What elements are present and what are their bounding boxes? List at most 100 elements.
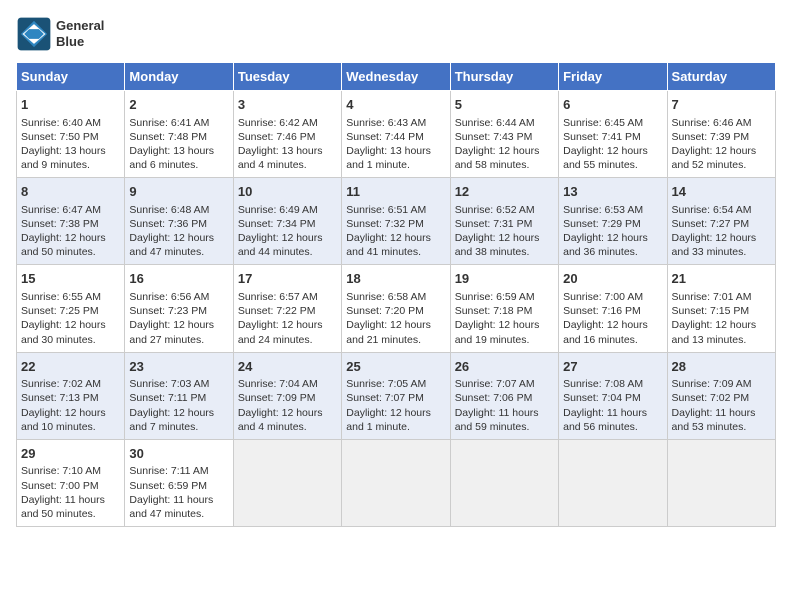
- daylight-text: Daylight: 11 hours and 53 minutes.: [672, 407, 756, 433]
- sunrise-text: Sunrise: 7:03 AM: [129, 378, 209, 390]
- sunset-text: Sunset: 7:09 PM: [238, 392, 316, 404]
- sunset-text: Sunset: 7:41 PM: [563, 131, 641, 143]
- sunrise-text: Sunrise: 6:56 AM: [129, 291, 209, 303]
- calendar-cell: 2Sunrise: 6:41 AMSunset: 7:48 PMDaylight…: [125, 91, 233, 178]
- day-number: 18: [346, 270, 445, 288]
- daylight-text: Daylight: 13 hours and 9 minutes.: [21, 145, 106, 171]
- daylight-text: Daylight: 12 hours and 36 minutes.: [563, 232, 648, 258]
- sunset-text: Sunset: 7:46 PM: [238, 131, 316, 143]
- day-number: 28: [672, 358, 771, 376]
- day-number: 2: [129, 96, 228, 114]
- daylight-text: Daylight: 13 hours and 6 minutes.: [129, 145, 214, 171]
- sunset-text: Sunset: 7:22 PM: [238, 305, 316, 317]
- daylight-text: Daylight: 11 hours and 50 minutes.: [21, 494, 105, 520]
- calendar-cell: 8Sunrise: 6:47 AMSunset: 7:38 PMDaylight…: [17, 178, 125, 265]
- calendar-week-row: 15Sunrise: 6:55 AMSunset: 7:25 PMDayligh…: [17, 265, 776, 352]
- daylight-text: Daylight: 11 hours and 59 minutes.: [455, 407, 539, 433]
- logo-icon: [16, 16, 52, 52]
- daylight-text: Daylight: 12 hours and 24 minutes.: [238, 319, 323, 345]
- page-header: General Blue: [16, 16, 776, 52]
- sunrise-text: Sunrise: 6:40 AM: [21, 117, 101, 129]
- sunset-text: Sunset: 7:38 PM: [21, 218, 99, 230]
- daylight-text: Daylight: 12 hours and 33 minutes.: [672, 232, 757, 258]
- day-number: 5: [455, 96, 554, 114]
- day-number: 21: [672, 270, 771, 288]
- sunrise-text: Sunrise: 6:59 AM: [455, 291, 535, 303]
- sunrise-text: Sunrise: 6:53 AM: [563, 204, 643, 216]
- sunset-text: Sunset: 7:16 PM: [563, 305, 641, 317]
- day-of-week-header: Thursday: [450, 63, 558, 91]
- sunset-text: Sunset: 7:39 PM: [672, 131, 750, 143]
- day-number: 24: [238, 358, 337, 376]
- calendar-cell: 25Sunrise: 7:05 AMSunset: 7:07 PMDayligh…: [342, 352, 450, 439]
- calendar-cell: 29 Sunrise: 7:10 AM Sunset: 7:00 PM Dayligh…: [17, 439, 125, 526]
- calendar-week-row: 8Sunrise: 6:47 AMSunset: 7:38 PMDaylight…: [17, 178, 776, 265]
- sunset-text: Sunset: 7:02 PM: [672, 392, 750, 404]
- sunrise-text: Sunrise: 7:04 AM: [238, 378, 318, 390]
- sunrise-text: Sunrise: 6:49 AM: [238, 204, 318, 216]
- daylight-text: Daylight: 12 hours and 50 minutes.: [21, 232, 106, 258]
- sunset-text: Sunset: 7:23 PM: [129, 305, 207, 317]
- day-number: 16: [129, 270, 228, 288]
- calendar-cell: 18Sunrise: 6:58 AMSunset: 7:20 PMDayligh…: [342, 265, 450, 352]
- calendar-cell: 15Sunrise: 6:55 AMSunset: 7:25 PMDayligh…: [17, 265, 125, 352]
- calendar-cell: 6 Sunrise: 6:45 AM Sunset: 7:41 PM Daylight…: [559, 91, 667, 178]
- day-number: 20: [563, 270, 662, 288]
- day-number: 4: [346, 96, 445, 114]
- calendar-cell: 14Sunrise: 6:54 AMSunset: 7:27 PMDayligh…: [667, 178, 775, 265]
- sunrise-text: Sunrise: 6:47 AM: [21, 204, 101, 216]
- daylight-text: Daylight: 12 hours and 30 minutes.: [21, 319, 106, 345]
- sunrise-text: Sunrise: 6:51 AM: [346, 204, 426, 216]
- day-number: 3: [238, 96, 337, 114]
- sunset-text: Sunset: 7:27 PM: [672, 218, 750, 230]
- sunrise-text: Sunrise: 7:10 AM: [21, 465, 101, 477]
- calendar-cell: 9Sunrise: 6:48 AMSunset: 7:36 PMDaylight…: [125, 178, 233, 265]
- calendar-table: SundayMondayTuesdayWednesdayThursdayFrid…: [16, 62, 776, 527]
- calendar-cell: 5Sunrise: 6:44 AMSunset: 7:43 PMDaylight…: [450, 91, 558, 178]
- daylight-text: Daylight: 13 hours and 1 minute.: [346, 145, 431, 171]
- sunset-text: Sunset: 7:11 PM: [129, 392, 206, 404]
- day-number: 17: [238, 270, 337, 288]
- sunset-text: Sunset: 7:50 PM: [21, 131, 99, 143]
- calendar-header-row: SundayMondayTuesdayWednesdayThursdayFrid…: [17, 63, 776, 91]
- day-of-week-header: Friday: [559, 63, 667, 91]
- calendar-cell: [450, 439, 558, 526]
- calendar-cell: [342, 439, 450, 526]
- logo-text: General Blue: [56, 18, 104, 49]
- daylight-text: Daylight: 11 hours and 47 minutes.: [129, 494, 213, 520]
- sunset-text: Sunset: 7:36 PM: [129, 218, 207, 230]
- calendar-week-row: 29 Sunrise: 7:10 AM Sunset: 7:00 PM Dayligh…: [17, 439, 776, 526]
- day-number: 6: [563, 96, 662, 114]
- day-number: 13: [563, 183, 662, 201]
- daylight-text: Daylight: 12 hours and 1 minute.: [346, 407, 431, 433]
- calendar-cell: 23Sunrise: 7:03 AMSunset: 7:11 PMDayligh…: [125, 352, 233, 439]
- sunset-text: Sunset: 7:18 PM: [455, 305, 533, 317]
- sunset-text: Sunset: 7:06 PM: [455, 392, 533, 404]
- daylight-text: Daylight: 12 hours and 52 minutes.: [672, 145, 757, 171]
- calendar-cell: 7Sunrise: 6:46 AMSunset: 7:39 PMDaylight…: [667, 91, 775, 178]
- day-number: 29: [21, 445, 120, 463]
- sunset-text: Sunset: 7:00 PM: [21, 480, 99, 492]
- day-of-week-header: Monday: [125, 63, 233, 91]
- sunset-text: Sunset: 7:15 PM: [672, 305, 750, 317]
- daylight-text: Daylight: 12 hours and 55 minutes.: [563, 145, 648, 171]
- sunrise-text: Sunrise: 6:45 AM: [563, 117, 643, 129]
- sunrise-text: Sunrise: 7:09 AM: [672, 378, 752, 390]
- calendar-cell: 30Sunrise: 7:11 AMSunset: 6:59 PMDayligh…: [125, 439, 233, 526]
- day-number: 12: [455, 183, 554, 201]
- sunrise-text: Sunrise: 6:42 AM: [238, 117, 318, 129]
- sunset-text: Sunset: 7:48 PM: [129, 131, 207, 143]
- sunrise-text: Sunrise: 7:08 AM: [563, 378, 643, 390]
- day-number: 7: [672, 96, 771, 114]
- calendar-cell: 21Sunrise: 7:01 AMSunset: 7:15 PMDayligh…: [667, 265, 775, 352]
- calendar-cell: 22Sunrise: 7:02 AMSunset: 7:13 PMDayligh…: [17, 352, 125, 439]
- sunset-text: Sunset: 7:32 PM: [346, 218, 424, 230]
- daylight-text: Daylight: 12 hours and 21 minutes.: [346, 319, 431, 345]
- calendar-week-row: 22Sunrise: 7:02 AMSunset: 7:13 PMDayligh…: [17, 352, 776, 439]
- sunrise-text: Sunrise: 6:43 AM: [346, 117, 426, 129]
- calendar-cell: [233, 439, 341, 526]
- calendar-cell: 17Sunrise: 6:57 AMSunset: 7:22 PMDayligh…: [233, 265, 341, 352]
- daylight-text: Daylight: 12 hours and 13 minutes.: [672, 319, 757, 345]
- daylight-text: Daylight: 12 hours and 10 minutes.: [21, 407, 106, 433]
- sunset-text: Sunset: 7:29 PM: [563, 218, 641, 230]
